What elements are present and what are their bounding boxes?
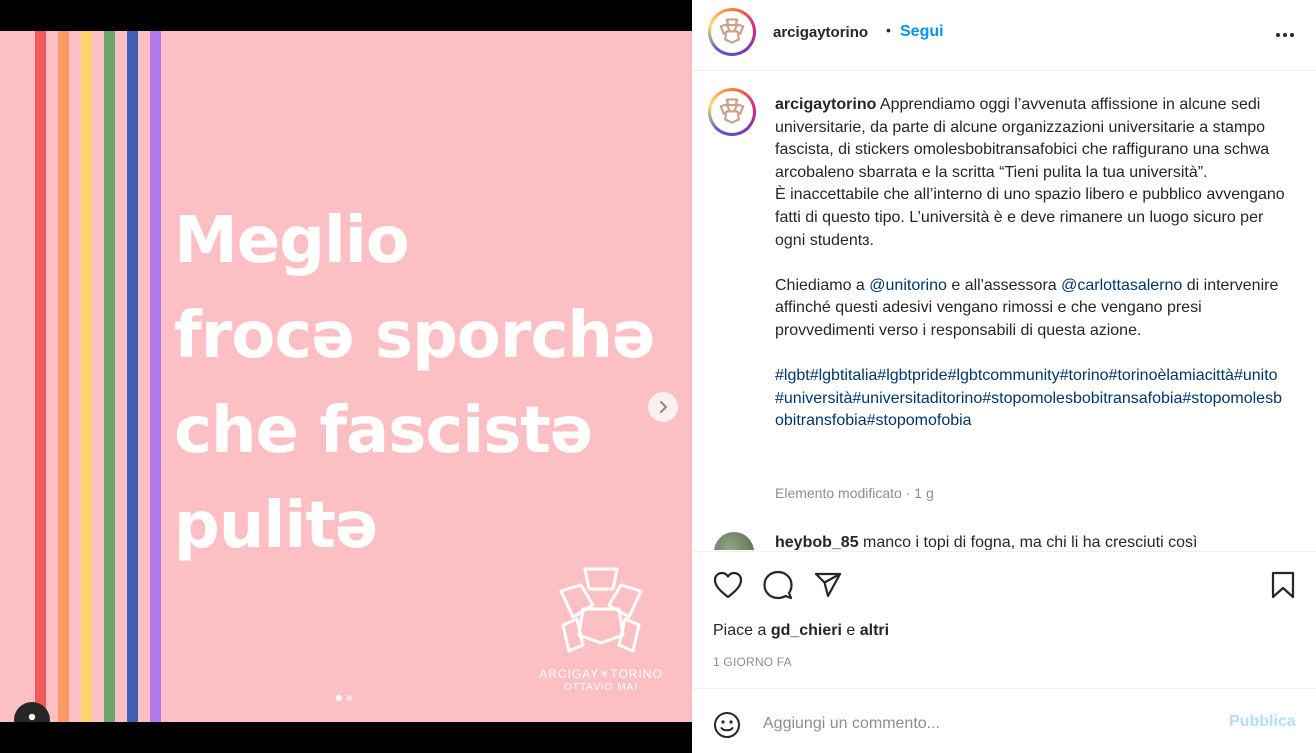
share-button[interactable] — [811, 568, 845, 602]
arcigay-logo-icon — [559, 567, 643, 653]
header-separator: • — [886, 22, 891, 38]
caption-avatar[interactable] — [708, 88, 756, 136]
rainbow-stripe — [81, 31, 92, 722]
likes-others-link[interactable]: altri — [860, 622, 889, 639]
logo-subtitle: OTTAVIO MAI — [564, 682, 638, 693]
caption-meta: Elemento modificato · 1 g — [775, 485, 934, 501]
likes-prefix: Piace a — [713, 622, 771, 639]
rainbow-stripe — [104, 31, 115, 722]
bookmark-icon — [1271, 571, 1295, 599]
more-icon — [1276, 33, 1280, 37]
add-comment-bar: Pubblica — [692, 690, 1316, 753]
save-button[interactable] — [1266, 568, 1300, 602]
post-actions: Piace a gd_chieri e altri 1 GIORNO FA — [692, 551, 1316, 689]
comment-icon — [763, 570, 793, 600]
rainbow-stripe — [150, 31, 161, 722]
emoji-icon — [714, 712, 740, 738]
chevron-right-icon — [659, 400, 668, 414]
rainbow-stripe — [58, 31, 69, 722]
emoji-button[interactable] — [710, 708, 744, 742]
mention-link[interactable]: @carlottasalerno — [1061, 277, 1182, 294]
comment-text: manco i topi di fogna, ma chi li ha cres… — [863, 534, 1198, 550]
comment-input[interactable] — [763, 712, 1203, 736]
likes-connector: e — [841, 622, 860, 639]
user-tag-icon — [28, 713, 36, 721]
headline-line-3: che fascistə — [174, 394, 593, 468]
post-caption: arcigaytorino Apprendiamo oggi l’avvenut… — [775, 94, 1285, 433]
post-header: arcigaytorino • Segui — [692, 0, 1316, 71]
follow-button[interactable]: Segui — [900, 23, 944, 41]
avatar[interactable] — [708, 8, 756, 56]
heart-icon — [713, 571, 743, 599]
caption-username[interactable]: arcigaytorino — [775, 96, 876, 113]
caption-text: Apprendiamo oggi l’avvenuta affissione i… — [775, 96, 1285, 249]
arcigay-logo: ARCIGAY✳TORINO OTTAVIO MAI — [536, 565, 666, 693]
post-image[interactable]: Meglio frocə sporchə che fascistə pulitə… — [0, 31, 692, 722]
comments-area[interactable]: arcigaytorino Apprendiamo oggi l’avvenut… — [692, 72, 1316, 550]
comment-button[interactable] — [761, 568, 795, 602]
arcigay-avatar-icon — [719, 98, 745, 124]
headline-line-2: frocə sporchə — [174, 299, 655, 373]
image-headline: Meglio frocə sporchə che fascistə pulitə — [174, 197, 655, 577]
likes-summary: Piace a gd_chieri e altri — [713, 622, 889, 640]
carousel-dots — [336, 695, 352, 701]
caption-text: Chiediamo a — [775, 276, 870, 294]
rainbow-stripe — [127, 31, 138, 722]
logo-name: ARCIGAY✳TORINO — [539, 667, 663, 681]
like-button[interactable] — [711, 568, 745, 602]
rainbow-stripe — [35, 31, 46, 722]
header-username[interactable]: arcigaytorino — [773, 24, 868, 41]
comment-avatar[interactable] — [714, 532, 754, 550]
caption-text: e all'assessora — [946, 276, 1062, 294]
comment-username[interactable]: heybob_85 — [775, 534, 859, 550]
post-media: Meglio frocə sporchə che fascistə pulitə… — [0, 0, 692, 753]
share-icon — [814, 572, 842, 598]
comment-item: heybob_85 manco i topi di fogna, ma chi … — [708, 530, 1308, 550]
hashtags[interactable]: #lgbt#lgbtitalia#lgbtpride#lgbtcommunity… — [775, 365, 1285, 433]
carousel-dot — [336, 695, 342, 701]
headline-line-4: pulitə — [174, 489, 378, 563]
liker-username[interactable]: gd_chieri — [771, 622, 842, 639]
publish-button[interactable]: Pubblica — [1229, 713, 1296, 731]
arcigay-avatar-icon — [719, 18, 745, 44]
carousel-dot — [346, 695, 352, 701]
post-timestamp[interactable]: 1 GIORNO FA — [713, 655, 792, 669]
post-side-panel: arcigaytorino • Segui arcigaytorino Appr… — [692, 0, 1316, 753]
next-slide-button[interactable] — [648, 392, 678, 422]
mention-link[interactable]: @unitorino — [869, 277, 947, 294]
headline-line-1: Meglio — [174, 204, 410, 278]
more-options-button[interactable] — [1270, 25, 1300, 45]
